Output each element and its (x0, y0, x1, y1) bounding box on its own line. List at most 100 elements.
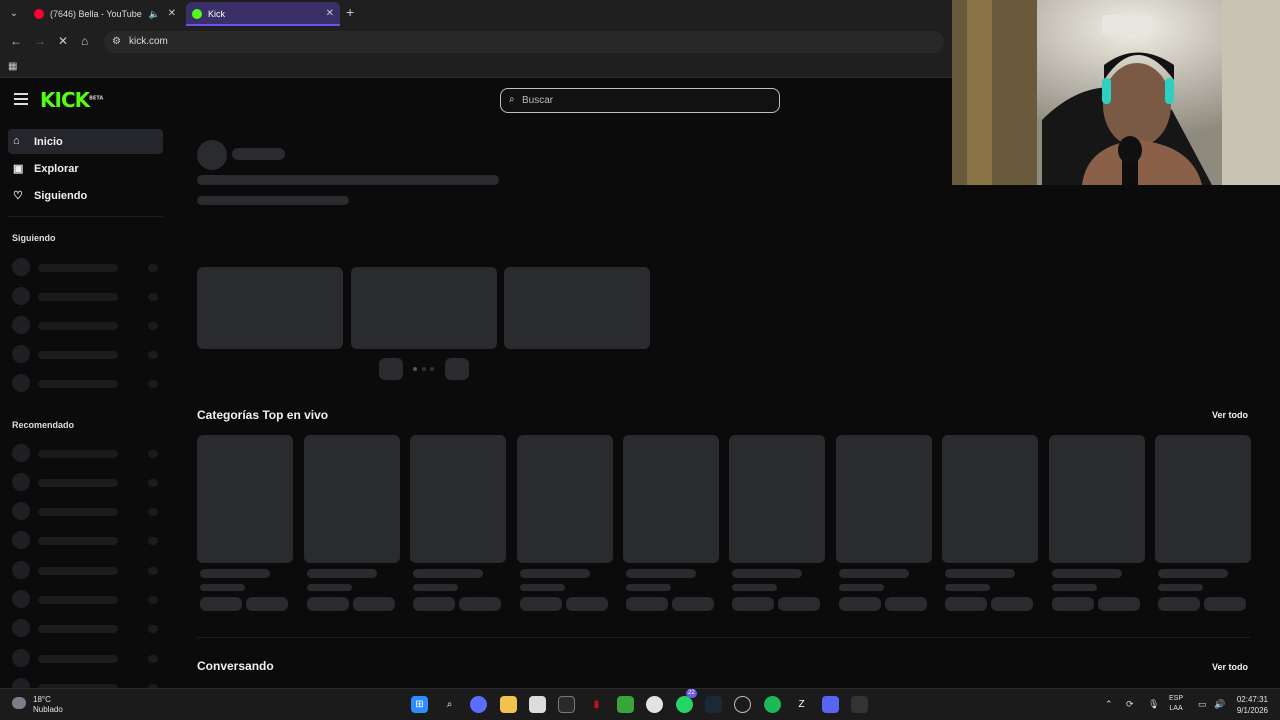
clock[interactable]: 02:47:31 9/1/2026 (1237, 694, 1268, 716)
sidebar: ⌂ Inicio ▣ Explorar ♡ Siguiendo Siguiend… (0, 121, 168, 696)
spotify-icon[interactable] (764, 696, 781, 713)
sidebar-item-label: Siguiendo (34, 190, 88, 202)
back-arrow-icon[interactable]: ← (10, 34, 22, 48)
app-dark-icon[interactable] (851, 696, 868, 713)
category-tag-skeleton (839, 597, 881, 611)
category-card-skeleton[interactable] (623, 435, 719, 563)
tab-search-icon[interactable]: ⌄ (6, 6, 22, 22)
category-tag-skeleton (1158, 597, 1200, 611)
category-viewers-skeleton (1052, 584, 1097, 591)
home-button-icon[interactable]: ⌂ (81, 34, 88, 48)
category-title-skeleton (200, 569, 270, 578)
category-viewers-skeleton (945, 584, 990, 591)
new-tab-button[interactable]: + (346, 4, 354, 20)
network-icon[interactable]: ▭ (1198, 699, 1207, 710)
search-icon: ⌕ (509, 94, 515, 105)
copilot-icon[interactable] (470, 696, 487, 713)
file-explorer-icon[interactable] (500, 696, 517, 713)
category-card-skeleton[interactable] (197, 435, 293, 563)
windows-start-icon[interactable]: ⊞ (411, 696, 428, 713)
stop-loading-icon[interactable]: ✕ (58, 34, 68, 48)
tray-chevron-icon[interactable]: ⌃ (1105, 699, 1113, 710)
logo-badge: BETA (89, 95, 104, 102)
category-title-skeleton (626, 569, 696, 578)
weather-temp: 18°C (33, 695, 51, 704)
discord-icon[interactable] (822, 696, 839, 713)
carousel-prev-button[interactable] (379, 358, 403, 380)
category-viewers-skeleton (1158, 584, 1203, 591)
home-icon: ⌂ (13, 135, 20, 147)
weather-desc: Nublado (33, 705, 63, 714)
sidebar-skeleton-row (12, 619, 162, 637)
app-red-icon[interactable]: ▮ (588, 696, 605, 713)
speaker-icon[interactable]: 🔈 (149, 2, 160, 26)
category-title-skeleton (307, 569, 377, 578)
search-taskbar-icon[interactable]: ⌕ (441, 696, 458, 713)
conversando-see-all-link[interactable]: Ver todo (1212, 662, 1248, 672)
category-card-skeleton[interactable] (1049, 435, 1145, 563)
category-title-skeleton (732, 569, 802, 578)
category-viewers-skeleton (200, 584, 245, 591)
category-title-skeleton (1052, 569, 1122, 578)
tab-kick[interactable]: Kick ✕ (186, 2, 340, 26)
webcam-feed-image (952, 0, 1280, 185)
category-tag-skeleton (626, 597, 668, 611)
language-indicator[interactable]: ESP LAA (1169, 694, 1183, 714)
steam-icon[interactable] (705, 696, 722, 713)
search-input[interactable] (522, 91, 762, 110)
category-card-skeleton[interactable] (410, 435, 506, 563)
menu-icon[interactable] (14, 93, 28, 105)
microphone-icon[interactable]: 🎙 (1148, 699, 1159, 710)
volume-icon[interactable]: 🔊 (1214, 699, 1225, 710)
sidebar-skeleton-row (12, 649, 162, 667)
category-tag-skeleton (1052, 597, 1094, 611)
forward-arrow-icon[interactable]: → (34, 34, 46, 48)
conversando-heading: Conversando (197, 659, 274, 673)
sync-icon[interactable]: ⟳ (1126, 699, 1134, 710)
sidebar-skeleton-row (12, 374, 162, 392)
carousel-card-skeleton[interactable] (197, 267, 343, 349)
category-card-skeleton[interactable] (1155, 435, 1251, 563)
featured-title-skeleton (197, 175, 499, 185)
store-icon[interactable] (529, 696, 546, 713)
category-tag-skeleton (353, 597, 395, 611)
tab-title: Kick (208, 9, 226, 19)
close-tab-icon[interactable]: ✕ (168, 2, 176, 26)
category-card-skeleton[interactable] (304, 435, 400, 563)
sidebar-item-siguiendo[interactable]: ♡ Siguiendo (8, 183, 163, 208)
tab-youtube[interactable]: (7646) Bella - YouTube 🔈 ✕ (28, 2, 182, 26)
carousel-next-button[interactable] (445, 358, 469, 380)
featured-name-skeleton (232, 148, 285, 160)
kick-logo[interactable]: KICKBETA (40, 88, 103, 112)
category-tag-skeleton (520, 597, 562, 611)
featured-avatar-skeleton (197, 140, 227, 170)
category-tag-skeleton (459, 597, 501, 611)
category-card-skeleton[interactable] (517, 435, 613, 563)
whatsapp-badge: 22 (686, 689, 697, 698)
capcut-icon[interactable] (558, 696, 575, 713)
whatsapp-icon[interactable]: 22 (676, 689, 697, 713)
address-bar[interactable]: ⚙ kick.com (104, 31, 944, 53)
site-settings-icon[interactable]: ⚙ (112, 36, 121, 47)
close-tab-icon[interactable]: ✕ (326, 2, 334, 26)
search-box[interactable]: ⌕ (500, 88, 780, 113)
category-card-skeleton[interactable] (729, 435, 825, 563)
sidebar-item-inicio[interactable]: ⌂ Inicio (8, 129, 163, 154)
top-categories-see-all-link[interactable]: Ver todo (1212, 410, 1248, 420)
sidebar-skeleton-row (12, 473, 162, 491)
category-card-skeleton[interactable] (942, 435, 1038, 563)
category-card-skeleton[interactable] (836, 435, 932, 563)
app-circle-icon[interactable] (734, 696, 751, 713)
carousel-card-skeleton[interactable] (351, 267, 497, 349)
carousel-dot[interactable] (430, 367, 434, 371)
category-tag-skeleton (672, 597, 714, 611)
minecraft-icon[interactable] (617, 696, 634, 713)
carousel-card-skeleton[interactable] (504, 267, 650, 349)
chrome-icon[interactable] (646, 696, 663, 713)
carousel-dot[interactable] (413, 367, 417, 371)
sidebar-item-explorar[interactable]: ▣ Explorar (8, 156, 163, 181)
carousel-dot[interactable] (422, 367, 426, 371)
app-z-icon[interactable]: Z (793, 696, 810, 713)
category-viewers-skeleton (732, 584, 777, 591)
apps-grid-icon[interactable]: ▦ (8, 61, 17, 72)
